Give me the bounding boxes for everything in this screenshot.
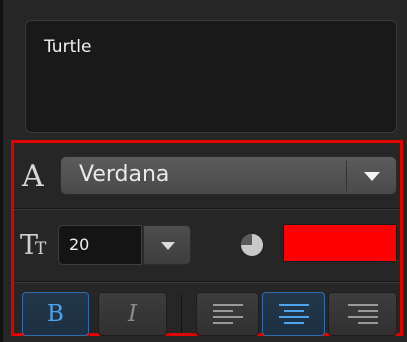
opacity-icon[interactable] (238, 231, 266, 259)
button-group-separator (181, 294, 182, 334)
text-properties-panel: Turtle A Verdana TT 20 B I (0, 0, 407, 342)
row-divider-highlight (14, 209, 400, 210)
font-family-icon: A (22, 159, 44, 194)
font-family-select[interactable]: Verdana (60, 156, 397, 195)
font-size-icon: TT (20, 230, 46, 261)
panel-edge (0, 0, 3, 342)
align-center-button[interactable] (262, 292, 325, 336)
italic-button[interactable]: I (98, 292, 167, 336)
bold-label: B (47, 301, 64, 327)
text-value: Turtle (44, 37, 92, 57)
text-input-box[interactable]: Turtle (25, 20, 397, 133)
font-size-value: 20 (69, 235, 90, 254)
align-right-button[interactable] (328, 292, 397, 336)
chevron-down-icon (161, 242, 175, 250)
align-center-icon (278, 304, 309, 324)
bold-button[interactable]: B (22, 292, 89, 336)
align-left-icon (212, 304, 243, 324)
font-family-value: Verdana (79, 162, 170, 187)
dropdown-separator (346, 161, 347, 191)
font-size-input[interactable]: 20 (58, 225, 142, 265)
row-divider-highlight (14, 282, 400, 283)
align-right-icon (347, 304, 378, 324)
color-swatch[interactable] (283, 224, 397, 262)
align-left-button[interactable] (196, 292, 259, 336)
italic-label: I (127, 301, 138, 327)
chevron-down-icon[interactable] (357, 165, 387, 187)
font-size-icon-small: T (35, 239, 47, 259)
font-size-dropdown-button[interactable] (143, 225, 191, 265)
